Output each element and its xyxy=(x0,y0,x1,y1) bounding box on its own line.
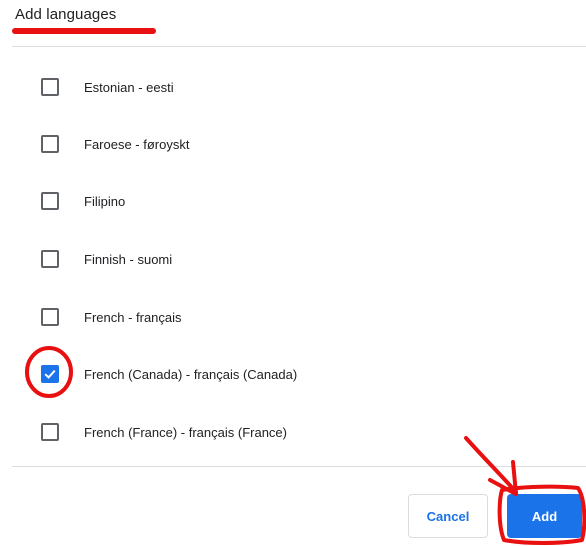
language-item-french-canada[interactable]: French (Canada) - français (Canada) xyxy=(0,345,586,403)
language-item-estonian[interactable]: Estonian - eesti xyxy=(0,58,586,116)
language-item-french[interactable]: French - français xyxy=(0,288,586,346)
checkbox[interactable] xyxy=(41,78,59,96)
language-item-finnish[interactable]: Finnish - suomi xyxy=(0,230,586,288)
language-label: Finnish - suomi xyxy=(84,251,173,267)
dialog-title: Add languages xyxy=(15,6,117,23)
language-label: French (Canada) - français (Canada) xyxy=(84,366,298,382)
cancel-button[interactable]: Cancel xyxy=(408,494,488,538)
checkmark-icon xyxy=(44,369,56,379)
language-item-filipino[interactable]: Filipino xyxy=(0,172,586,230)
language-label: Faroese - føroyskt xyxy=(84,136,190,152)
checkbox-checked[interactable] xyxy=(41,365,59,383)
language-item-french-france[interactable]: French (France) - français (France) xyxy=(0,403,586,461)
checkbox[interactable] xyxy=(41,192,59,210)
add-button[interactable]: Add xyxy=(507,494,582,538)
checkbox[interactable] xyxy=(41,308,59,326)
add-languages-dialog: Add languages Estonian - eesti Faroese -… xyxy=(0,0,586,546)
title-annotation-underline xyxy=(12,28,156,34)
language-label: French (France) - français (France) xyxy=(84,424,287,440)
language-item-faroese[interactable]: Faroese - føroyskt xyxy=(0,115,586,173)
checkbox[interactable] xyxy=(41,423,59,441)
language-label: French - français xyxy=(84,309,182,325)
bottom-divider xyxy=(12,466,586,467)
top-divider xyxy=(12,46,586,47)
checkbox[interactable] xyxy=(41,250,59,268)
checkbox[interactable] xyxy=(41,135,59,153)
language-label: Estonian - eesti xyxy=(84,79,174,95)
language-label: Filipino xyxy=(84,193,126,209)
